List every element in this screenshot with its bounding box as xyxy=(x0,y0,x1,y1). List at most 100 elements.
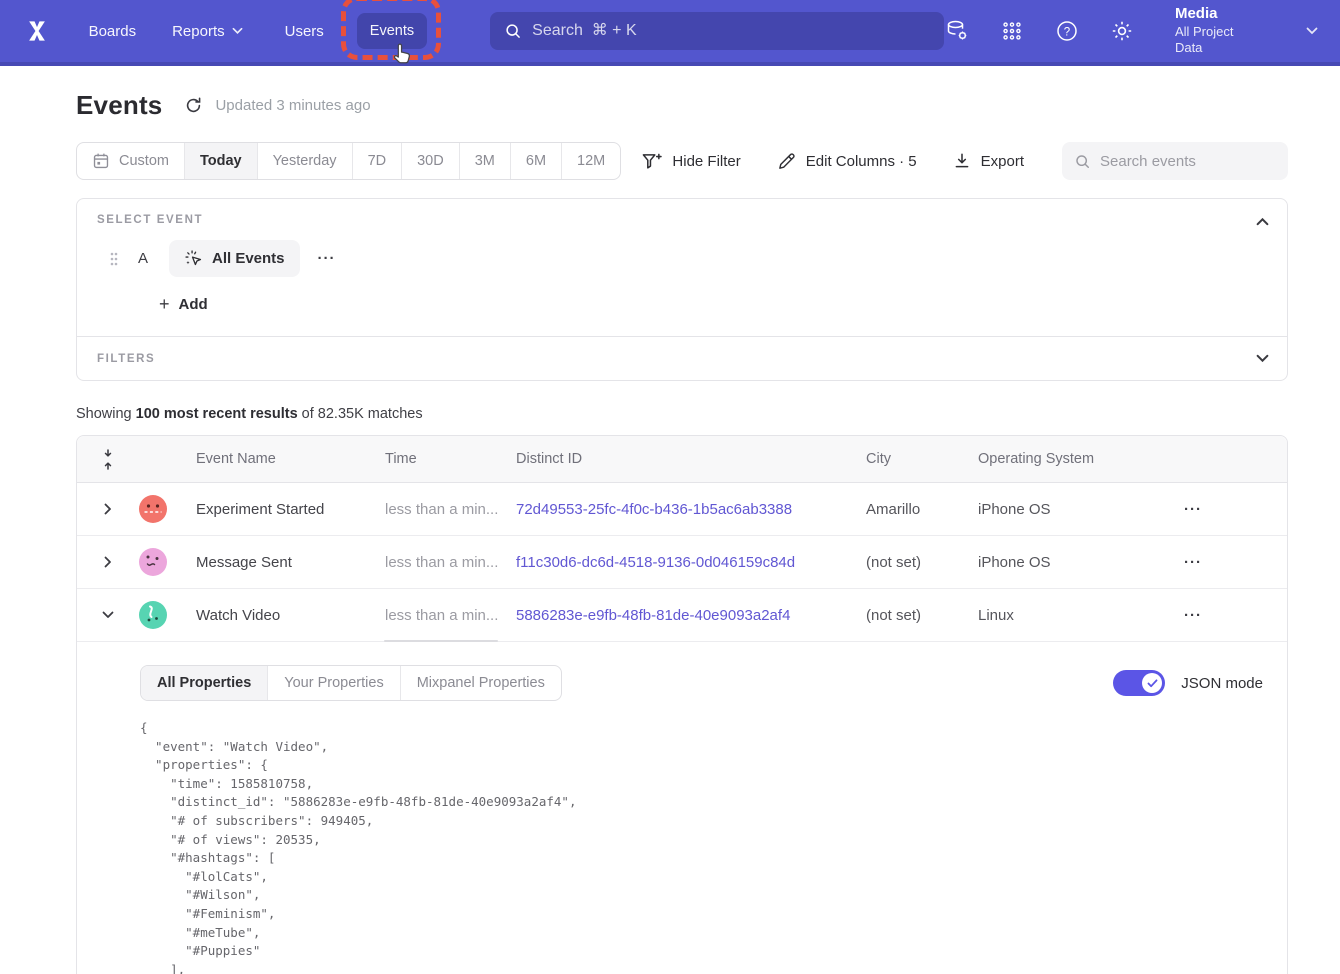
search-events-input[interactable] xyxy=(1100,153,1276,170)
global-search[interactable] xyxy=(490,12,944,50)
date-range-today[interactable]: Today xyxy=(184,143,257,179)
json-line: "event": "Watch Video", xyxy=(140,738,1263,757)
json-line: "#Wilson", xyxy=(140,886,1263,905)
table-row-expanded[interactable]: Watch Video less than a min... 5886283e-… xyxy=(77,589,1287,642)
add-event-button[interactable]: + Add xyxy=(159,294,1267,315)
column-header-time[interactable]: Time xyxy=(385,451,516,467)
nav-item-events[interactable]: Events xyxy=(357,13,427,49)
date-range-30d[interactable]: 30D xyxy=(401,143,459,179)
column-header-city[interactable]: City xyxy=(866,451,978,467)
column-header-event-name[interactable]: Event Name xyxy=(196,451,385,467)
json-mode-toggle[interactable] xyxy=(1113,670,1165,696)
date-range-custom[interactable]: Custom xyxy=(77,143,184,179)
date-range-label: 12M xyxy=(577,153,605,169)
date-range-7d[interactable]: 7D xyxy=(352,143,402,179)
json-line: "properties": { xyxy=(140,756,1263,775)
date-range-yesterday[interactable]: Yesterday xyxy=(257,143,352,179)
filters-label: FILTERS xyxy=(97,353,1267,365)
column-header-operating-system[interactable]: Operating System xyxy=(978,451,1184,467)
nav-reports-label: Reports xyxy=(172,23,225,40)
event-avatar xyxy=(139,495,167,523)
hide-filter-button[interactable]: Hide Filter xyxy=(641,152,740,171)
date-range-6m[interactable]: 6M xyxy=(510,143,561,179)
os-cell: Linux xyxy=(978,607,1184,624)
query-builder-card: SELECT EVENT A All Ev xyxy=(76,198,1288,381)
event-avatar xyxy=(139,548,167,576)
row-more-button[interactable]: ··· xyxy=(1184,607,1202,624)
help-glyph: ? xyxy=(1064,26,1070,38)
date-range-label: 3M xyxy=(475,153,495,169)
json-line: ], xyxy=(140,961,1263,974)
expand-row-chevron-right-icon[interactable] xyxy=(104,503,112,515)
expand-filters-chevron-down-icon[interactable] xyxy=(1256,350,1269,368)
event-row-more-button[interactable]: ··· xyxy=(318,250,336,267)
events-table: Event Name Time Distinct ID City Operati… xyxy=(76,435,1288,974)
help-icon[interactable]: ? xyxy=(1054,18,1079,44)
event-selector-button[interactable]: All Events xyxy=(169,240,300,277)
os-cell: iPhone OS xyxy=(978,501,1184,518)
edit-columns-button[interactable]: Edit Columns · 5 xyxy=(777,152,917,171)
hide-filter-label: Hide Filter xyxy=(672,153,740,170)
export-button[interactable]: Export xyxy=(953,152,1024,170)
filter-funnel-icon xyxy=(641,152,662,171)
refresh-icon[interactable] xyxy=(184,96,203,115)
toggle-knob-check-icon xyxy=(1142,673,1162,693)
apps-grid-icon[interactable] xyxy=(999,18,1024,44)
collapse-row-chevron-down-icon[interactable] xyxy=(104,609,112,621)
drag-handle-icon[interactable] xyxy=(109,251,119,267)
time-cell: less than a min... xyxy=(385,554,516,571)
tab-all-properties[interactable]: All Properties xyxy=(141,666,267,700)
json-line: "#meTube", xyxy=(140,924,1263,943)
json-line: "#lolCats", xyxy=(140,868,1263,887)
distinct-id-link[interactable]: 72d49553-25fc-4f0c-b436-1b5ac6ab3388 xyxy=(516,501,792,518)
search-icon xyxy=(1074,153,1091,170)
results-suffix: of 82.35K matches xyxy=(298,406,423,422)
collapse-all-icon[interactable] xyxy=(77,449,139,470)
nav-item-reports[interactable]: Reports xyxy=(172,23,243,40)
distinct-id-link[interactable]: f11c30d6-dc6d-4518-9136-0d046159c84d xyxy=(516,554,795,571)
project-chevron-down-icon[interactable] xyxy=(1306,22,1318,40)
json-mode-label: JSON mode xyxy=(1181,675,1263,692)
time-cell: less than a min... xyxy=(385,607,516,624)
date-range-label: 30D xyxy=(417,153,444,169)
json-line: "#Feminism", xyxy=(140,905,1263,924)
select-event-label: SELECT EVENT xyxy=(97,214,1267,226)
plus-icon: + xyxy=(159,294,170,315)
json-line: "time": 1585810758, xyxy=(140,775,1263,794)
expand-row-chevron-right-icon[interactable] xyxy=(104,556,112,568)
table-row[interactable]: Experiment Started less than a min... 72… xyxy=(77,483,1287,536)
nav-item-users[interactable]: Users xyxy=(285,23,324,40)
city-cell: Amarillo xyxy=(866,501,978,518)
row-more-button[interactable]: ··· xyxy=(1184,554,1202,571)
date-range-3m[interactable]: 3M xyxy=(459,143,510,179)
event-name-cell: Watch Video xyxy=(196,607,385,624)
select-event-section: SELECT EVENT A All Ev xyxy=(77,199,1287,336)
mixpanel-logo-icon[interactable] xyxy=(22,16,52,46)
table-row[interactable]: Message Sent less than a min... f11c30d6… xyxy=(77,536,1287,589)
date-range-12m[interactable]: 12M xyxy=(561,143,620,179)
search-icon xyxy=(504,22,522,40)
tab-mixpanel-properties[interactable]: Mixpanel Properties xyxy=(400,666,561,700)
tab-your-properties[interactable]: Your Properties xyxy=(267,666,399,700)
data-management-icon[interactable] xyxy=(944,18,969,44)
nav-item-boards[interactable]: Boards xyxy=(89,23,137,40)
settings-gear-icon[interactable] xyxy=(1110,18,1135,44)
project-selector[interactable]: Media All Project Data xyxy=(1175,5,1262,56)
edit-columns-label: Edit Columns · 5 xyxy=(806,153,917,170)
collapse-section-chevron-up-icon[interactable] xyxy=(1256,213,1269,231)
add-event-label: Add xyxy=(179,296,208,313)
date-range-label: 7D xyxy=(368,153,387,169)
chevron-down-icon xyxy=(232,27,243,35)
event-detail-panel: All Properties Your Properties Mixpanel … xyxy=(77,642,1287,974)
search-events-field[interactable] xyxy=(1062,142,1288,180)
nav-boards-label: Boards xyxy=(89,23,137,40)
event-name-cell: Experiment Started xyxy=(196,501,385,518)
table-header-row: Event Name Time Distinct ID City Operati… xyxy=(77,436,1287,483)
horizontal-scrollbar[interactable] xyxy=(384,640,498,642)
calendar-icon xyxy=(92,152,110,170)
results-highlight: 100 most recent results xyxy=(136,406,298,422)
column-header-distinct-id[interactable]: Distinct ID xyxy=(516,451,866,467)
row-more-button[interactable]: ··· xyxy=(1184,501,1202,518)
global-search-input[interactable] xyxy=(532,22,930,40)
distinct-id-link[interactable]: 5886283e-e9fb-48fb-81de-40e9093a2af4 xyxy=(516,607,790,624)
